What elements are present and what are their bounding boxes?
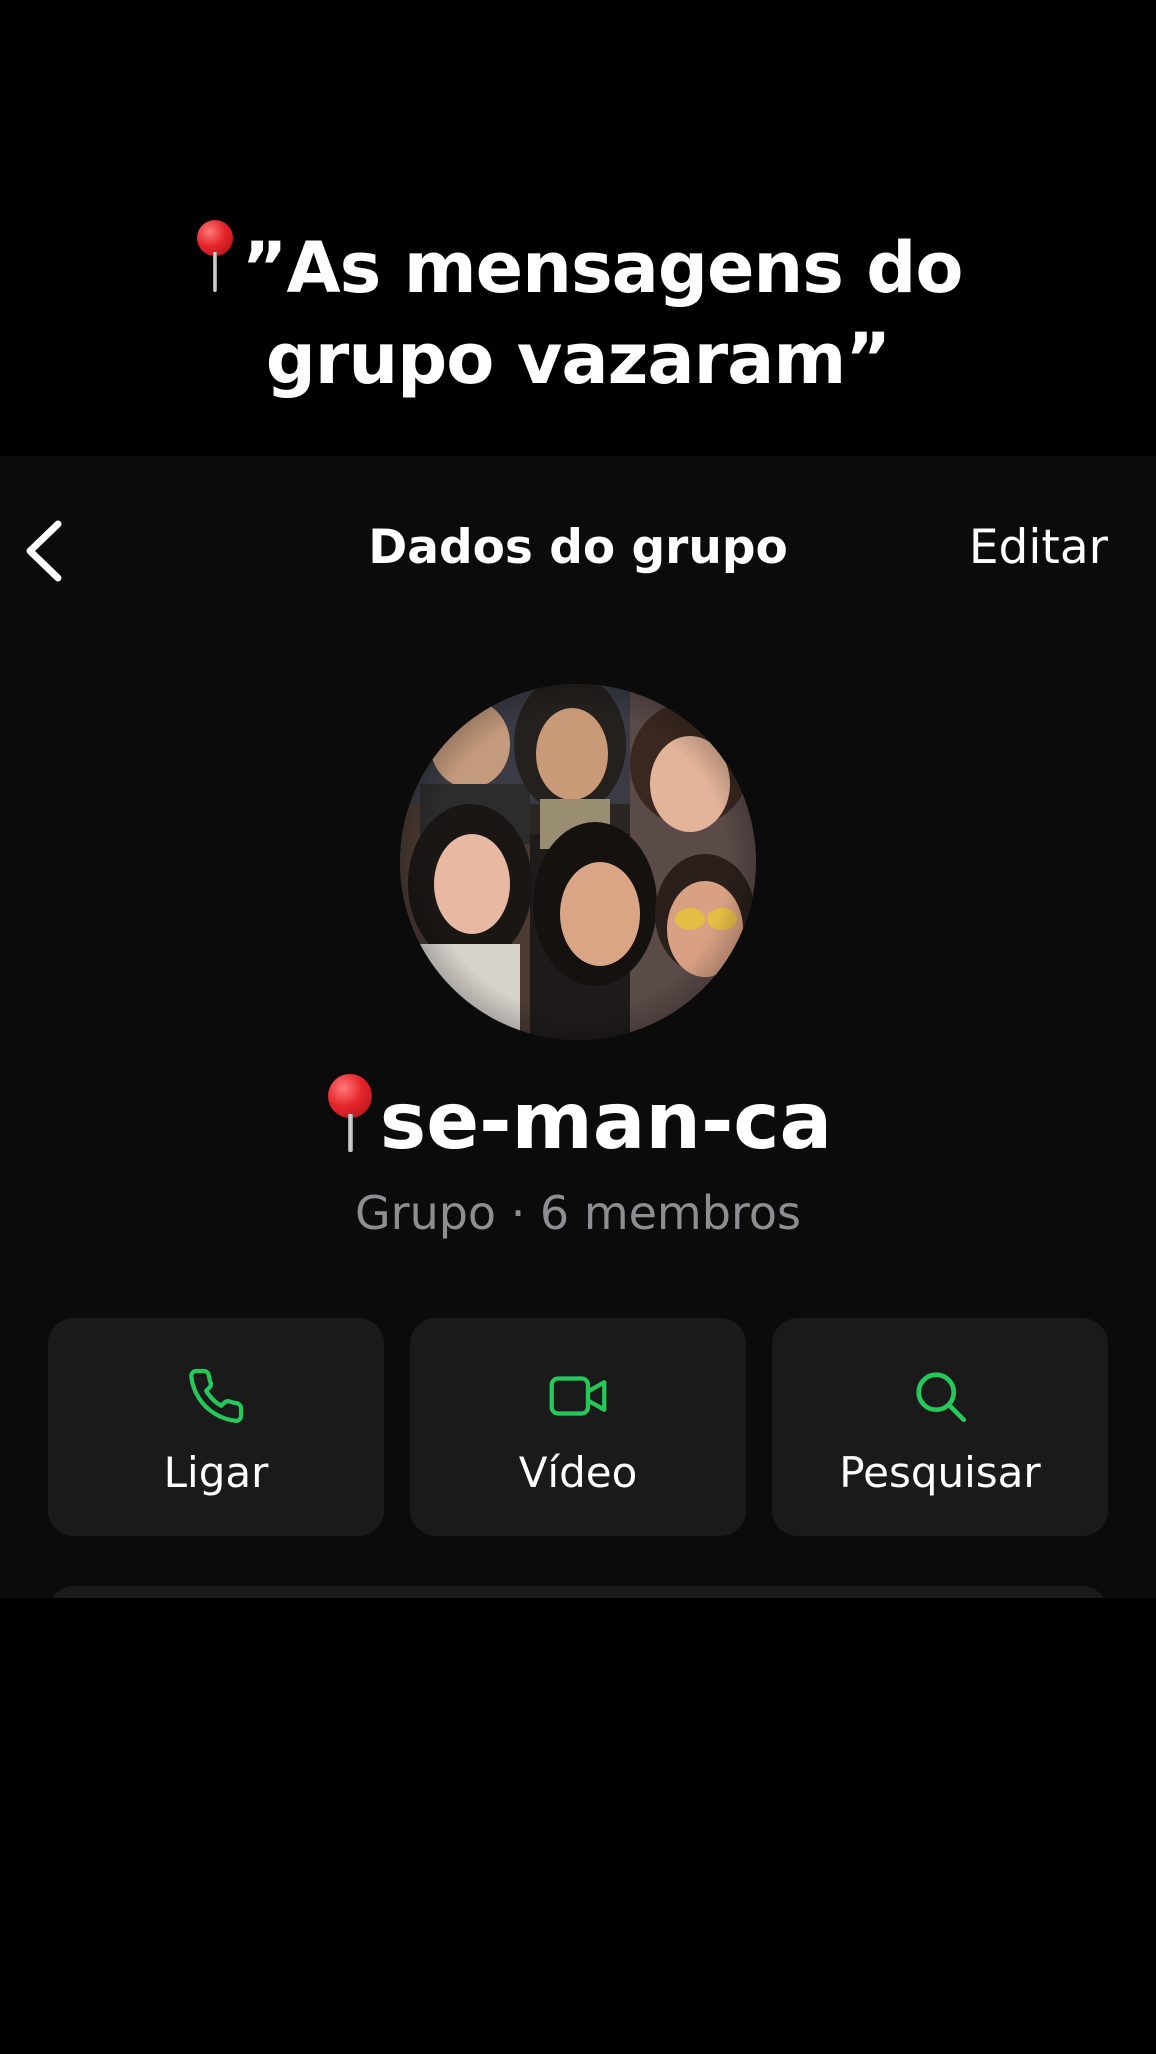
group-member-count: Grupo · 6 membros bbox=[355, 1186, 801, 1240]
pushpin-icon bbox=[193, 218, 237, 298]
video-call-button-label: Vídeo bbox=[518, 1448, 638, 1497]
group-name-text: se-man-ca bbox=[379, 1077, 833, 1167]
caption-line-2: grupo vazaram” bbox=[265, 318, 892, 400]
video-camera-icon bbox=[549, 1376, 607, 1416]
call-button-label: Ligar bbox=[163, 1448, 269, 1497]
group-avatar[interactable] bbox=[400, 684, 756, 1040]
pushpin-icon bbox=[324, 1074, 376, 1154]
back-button[interactable] bbox=[18, 516, 74, 586]
search-icon bbox=[916, 1372, 967, 1423]
search-button[interactable]: Pesquisar bbox=[772, 1318, 1108, 1536]
chevron-left-icon bbox=[26, 520, 62, 582]
group-name: se-man-ca bbox=[0, 1074, 1156, 1167]
video-call-button[interactable]: Vídeo bbox=[410, 1318, 746, 1536]
caption-line-1-text: ”As mensagens do bbox=[241, 227, 963, 309]
search-button-label: Pesquisar bbox=[839, 1448, 1041, 1497]
phone-icon bbox=[189, 1368, 244, 1423]
caption-line-1: ”As mensagens do bbox=[0, 218, 1156, 309]
edit-button[interactable]: Editar bbox=[969, 520, 1108, 575]
call-button[interactable]: Ligar bbox=[48, 1318, 384, 1536]
group-info-screen: Dados do grupo Editar se-man-ca Grupo · … bbox=[0, 456, 1156, 1598]
info-card bbox=[48, 1586, 1108, 1598]
video-caption: ”As mensagens do grupo vazaram” bbox=[0, 0, 1156, 456]
group-photo bbox=[400, 684, 756, 1040]
